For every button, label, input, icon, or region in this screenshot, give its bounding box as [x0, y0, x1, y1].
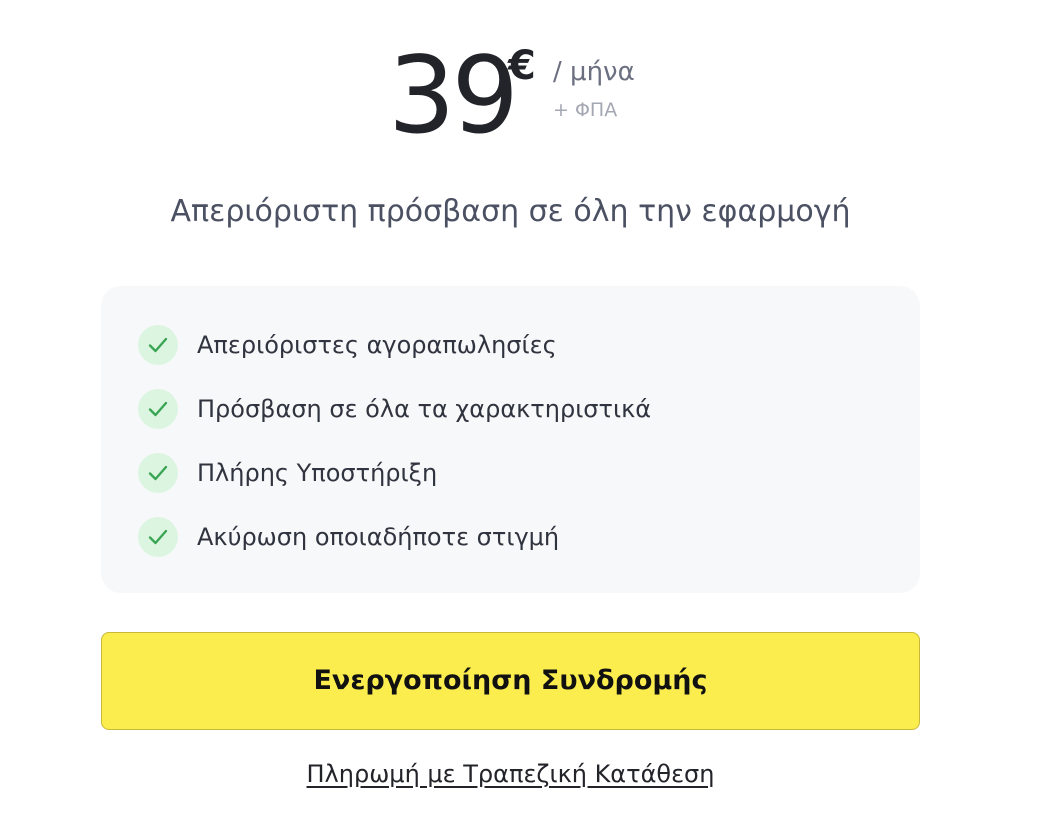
billing-period: / μήνα [553, 57, 635, 87]
price-display: 39 € / μήνα + ΦΠΑ [0, 36, 1046, 156]
feature-item: Ακύρωση οποιαδήποτε στιγμή [138, 517, 878, 557]
check-icon [138, 517, 178, 557]
activate-subscription-button[interactable]: Ενεργοποίηση Συνδρομής [101, 632, 920, 730]
plan-subtitle: Απεριόριστη πρόσβαση σε όλη την εφαρμογή [170, 194, 851, 229]
pricing-page: 39 € / μήνα + ΦΠΑ Απεριόριστη πρόσβαση σ… [0, 0, 1046, 820]
feature-label: Πλήρης Υποστήριξη [197, 459, 438, 487]
check-icon [138, 453, 178, 493]
feature-label: Πρόσβαση σε όλα τα χαρακτηριστικά [197, 395, 652, 423]
feature-label: Ακύρωση οποιαδήποτε στιγμή [197, 523, 560, 551]
feature-item: Πρόσβαση σε όλα τα χαρακτηριστικά [138, 389, 878, 429]
tax-note: + ΦΠΑ [553, 99, 618, 121]
feature-item: Πλήρης Υποστήριξη [138, 453, 878, 493]
check-icon [138, 389, 178, 429]
features-card: Απεριόριστες αγοραπωλησίες Πρόσβαση σε ό… [101, 286, 920, 593]
feature-item: Απεριόριστες αγοραπωλησίες [138, 325, 878, 365]
check-icon [138, 325, 178, 365]
bank-transfer-link[interactable]: Πληρωμή με Τραπεζική Κατάθεση [0, 756, 1021, 792]
activate-subscription-label: Ενεργοποίηση Συνδρομής [313, 665, 708, 696]
currency-symbol: € [508, 43, 536, 89]
feature-label: Απεριόριστες αγοραπωλησίες [197, 331, 557, 359]
price-amount: 39 [388, 34, 519, 157]
